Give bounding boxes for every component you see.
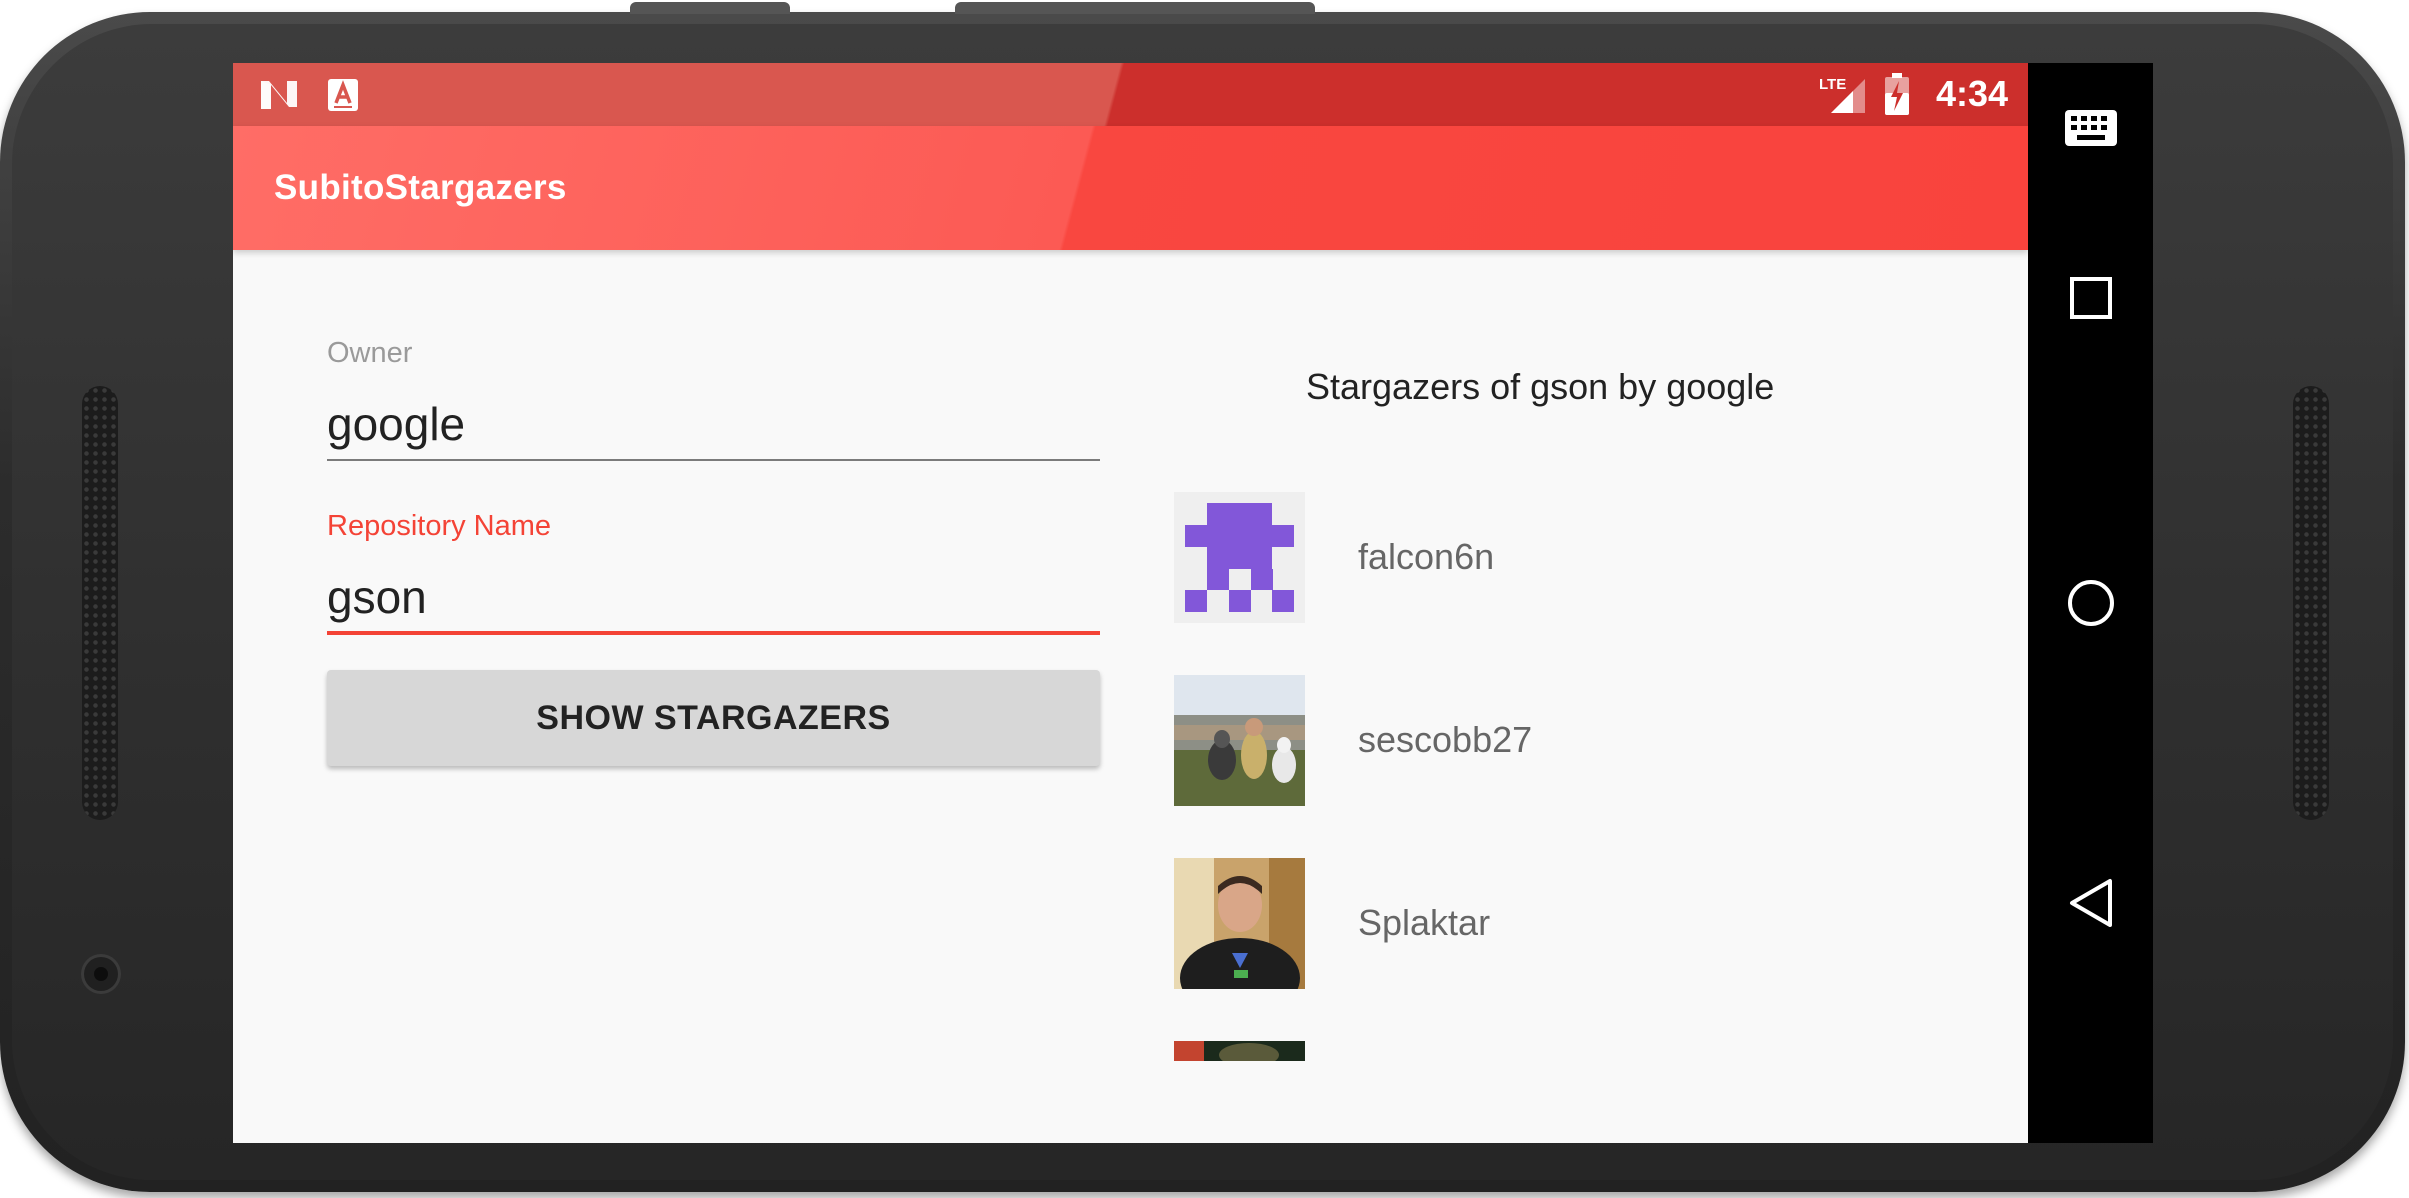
- n-logo-icon: [259, 77, 299, 115]
- status-time: 4:34: [1935, 73, 2008, 114]
- identicon-avatar: [1174, 492, 1305, 623]
- font-a-icon: [328, 79, 358, 115]
- left-speaker-grille: [82, 386, 118, 820]
- list-item[interactable]: falcon6n: [1174, 492, 1874, 623]
- stargazers-title: Stargazers of gson by google: [1306, 366, 1775, 407]
- navigation-bar: [2028, 63, 2153, 1143]
- home-icon[interactable]: [2028, 563, 2153, 643]
- status-bar: LTE 4:34: [233, 63, 2028, 126]
- owner-input[interactable]: google: [327, 397, 465, 451]
- app-toolbar: SubitoStargazers: [233, 126, 2028, 250]
- app-title: SubitoStargazers: [274, 168, 567, 207]
- volume-button: [955, 2, 1315, 14]
- battery-icon: [1885, 73, 1909, 119]
- lte-signal-icon: LTE: [1819, 75, 1867, 119]
- owner-underline: [327, 459, 1100, 461]
- list-item[interactable]: Splaktar: [1174, 858, 1874, 989]
- stargazer-name: falcon6n: [1358, 536, 1495, 577]
- show-stargazers-button[interactable]: SHOW STARGAZERS: [327, 670, 1100, 766]
- photo-avatar-dogs: [1174, 675, 1305, 806]
- recents-icon[interactable]: [2028, 258, 2153, 338]
- list-item[interactable]: [1174, 1041, 1874, 1061]
- front-camera: [84, 957, 118, 991]
- list-item[interactable]: sescobb27: [1174, 675, 1874, 806]
- svg-text:LTE: LTE: [1819, 76, 1846, 93]
- repository-name-underline: [327, 631, 1100, 635]
- owner-label: Owner: [327, 337, 413, 369]
- keyboard-icon[interactable]: [2028, 93, 2153, 163]
- power-button: [630, 2, 790, 14]
- photo-avatar-partial: [1174, 1041, 1305, 1061]
- repository-name-label: Repository Name: [327, 510, 552, 542]
- repository-name-input[interactable]: gson: [327, 570, 427, 624]
- back-icon[interactable]: [2028, 863, 2153, 943]
- stargazer-name: Splaktar: [1358, 902, 1491, 943]
- right-speaker-grille: [2293, 386, 2329, 820]
- stargazer-name: sescobb27: [1358, 719, 1533, 760]
- app-screen: LTE 4:34 SubitoStargazers Owner google R…: [233, 63, 2028, 1143]
- photo-avatar-man: [1174, 858, 1305, 989]
